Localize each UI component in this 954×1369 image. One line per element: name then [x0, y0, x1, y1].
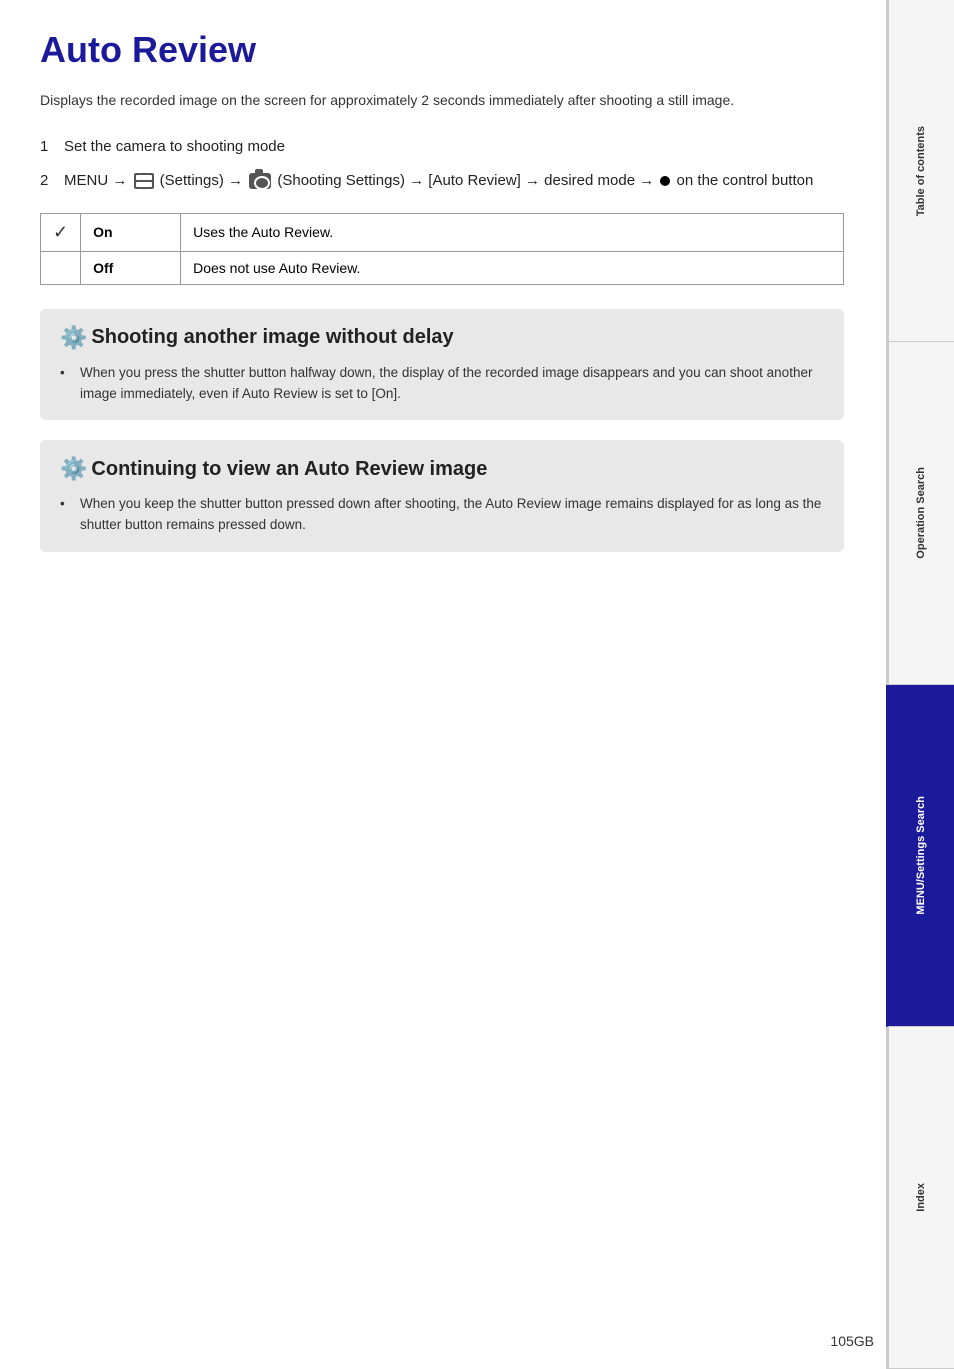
tip-body-tip2: • When you keep the shutter button press…: [60, 494, 824, 536]
page-title: Auto Review: [40, 30, 844, 70]
table-option-cell: Off: [81, 251, 181, 284]
options-table: ✓ OnUses the Auto Review.OffDoes not use …: [40, 213, 844, 285]
tip-icon: ⚙️: [60, 325, 87, 351]
steps-container: 1 Set the camera to shooting mode 2 MENU…: [40, 135, 844, 193]
page-number: 105GB: [830, 1333, 874, 1349]
side-nav-item-table-of-contents[interactable]: Table of contents: [886, 0, 954, 342]
table-description-cell: Uses the Auto Review.: [181, 213, 844, 251]
tip-text: When you keep the shutter button pressed…: [80, 494, 824, 536]
settings-icon: [134, 173, 154, 189]
table-row: OffDoes not use Auto Review.: [41, 251, 844, 284]
table-description-cell: Does not use Auto Review.: [181, 251, 844, 284]
side-nav: Table of contents Operation Search MENU/Se…: [886, 0, 954, 1369]
table-row: ✓ OnUses the Auto Review.: [41, 213, 844, 251]
table-check-cell: ✓: [41, 213, 81, 251]
tips-container: ⚙️ Shooting another image without delay •…: [40, 309, 844, 553]
camera-icon: [249, 173, 271, 189]
step-1-num: 1: [40, 135, 64, 159]
tip-box-tip1: ⚙️ Shooting another image without delay •…: [40, 309, 844, 421]
side-nav-label-index: Index: [914, 1183, 928, 1212]
control-button-icon: [660, 176, 670, 186]
step-2-text: MENU → (Settings) → (Shooting Settings) …: [64, 169, 844, 193]
step-2: 2 MENU → (Settings) → (Shooting Settings…: [40, 169, 844, 193]
tip-text: When you press the shutter button halfwa…: [80, 363, 824, 405]
checkmark-icon: ✓: [53, 222, 68, 242]
tip-body-tip1: • When you press the shutter button half…: [60, 363, 824, 405]
side-nav-item-operation-search[interactable]: Operation Search: [886, 342, 954, 684]
side-nav-label-operation-search: Operation Search: [914, 467, 928, 559]
side-nav-item-index[interactable]: Index: [886, 1027, 954, 1369]
bullet: •: [60, 363, 76, 384]
tip-icon: ⚙️: [60, 456, 87, 482]
side-nav-label-menu-settings-search: MENU/Settings Search: [914, 796, 928, 915]
table-option-cell: On: [81, 213, 181, 251]
intro-text: Displays the recorded image on the scree…: [40, 90, 844, 111]
step-2-num: 2: [40, 169, 64, 193]
bullet: •: [60, 494, 76, 515]
table-check-cell: [41, 251, 81, 284]
main-content: Auto Review Displays the recorded image …: [0, 0, 884, 612]
tip-title-tip1: ⚙️ Shooting another image without delay: [60, 325, 824, 351]
tip-box-tip2: ⚙️ Continuing to view an Auto Review ima…: [40, 440, 844, 552]
tip-title-tip2: ⚙️ Continuing to view an Auto Review ima…: [60, 456, 824, 482]
step-1: 1 Set the camera to shooting mode: [40, 135, 844, 159]
step-1-text: Set the camera to shooting mode: [64, 135, 844, 159]
side-nav-label-table-of-contents: Table of contents: [914, 126, 928, 216]
side-nav-item-menu-settings-search[interactable]: MENU/Settings Search: [886, 685, 954, 1027]
